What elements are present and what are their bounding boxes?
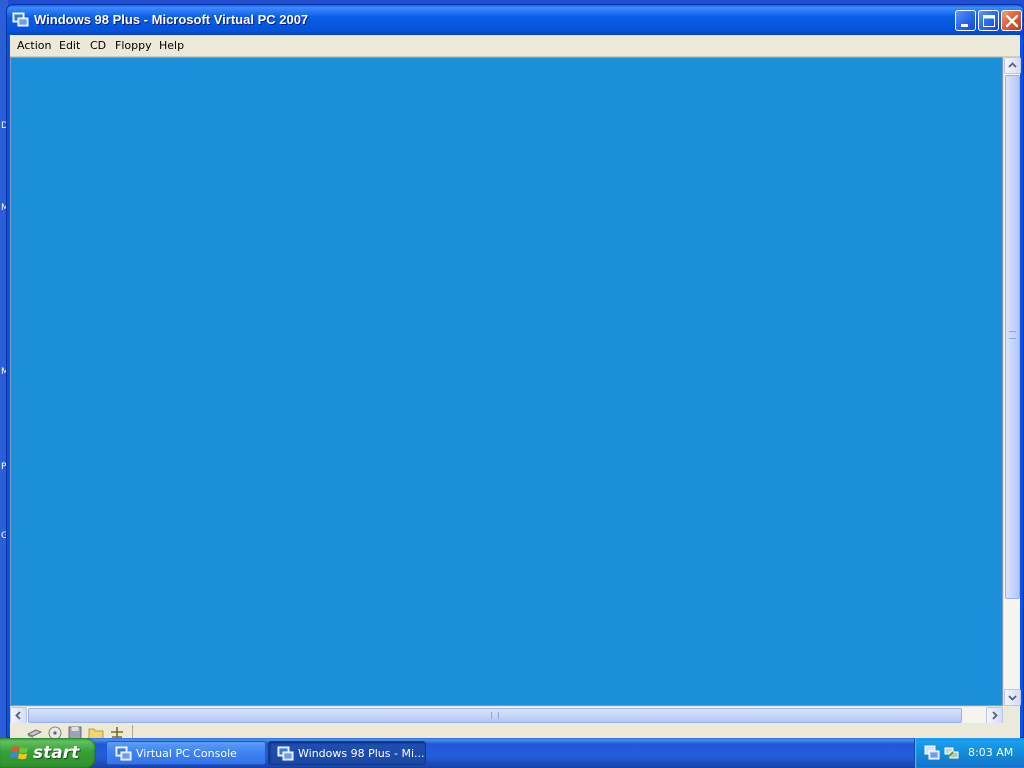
horizontal-scrollbar[interactable]: [10, 706, 1003, 724]
shared-folder-icon[interactable]: [88, 726, 104, 738]
menu-help[interactable]: Help: [159, 39, 184, 52]
network-icon[interactable]: [109, 726, 125, 738]
virtual-pc-icon: [115, 746, 132, 761]
chevron-right-icon: [992, 711, 998, 720]
menu-action[interactable]: Action: [17, 39, 51, 52]
minimize-button[interactable]: [955, 10, 976, 31]
close-button[interactable]: [1001, 10, 1022, 31]
scroll-right-button[interactable]: [986, 707, 1003, 724]
cd-drive-icon[interactable]: [47, 726, 63, 738]
taskbar-button-virtual-pc-console[interactable]: Virtual PC Console: [106, 741, 266, 765]
scroll-grip: [491, 712, 499, 719]
floppy-icon[interactable]: [67, 726, 83, 738]
network-tray-icon[interactable]: [944, 745, 960, 761]
maximize-button[interactable]: [978, 10, 999, 31]
maximize-icon: [983, 15, 995, 27]
chevron-left-icon: [15, 711, 21, 720]
vertical-scroll-thumb[interactable]: [1005, 75, 1020, 599]
menu-floppy[interactable]: Floppy: [115, 39, 152, 52]
taskbar: start Virtual PC Console Windows 98 Plus…: [0, 738, 1024, 768]
horizontal-scroll-thumb[interactable]: [28, 708, 962, 723]
scroll-down-button[interactable]: [1004, 689, 1021, 706]
scrollbar-corner: [1003, 706, 1020, 723]
start-label: start: [33, 743, 80, 763]
system-tray: 8:03 AM: [914, 738, 1024, 768]
virtual-pc-icon: [277, 746, 294, 761]
taskbar-button-label: Windows 98 Plus - Mi...: [298, 747, 425, 760]
virtual-pc-icon: [12, 12, 29, 27]
close-icon: [1005, 14, 1019, 28]
menu-cd[interactable]: CD: [90, 39, 106, 52]
menu-edit[interactable]: Edit: [59, 39, 80, 52]
scroll-up-button[interactable]: [1004, 57, 1021, 74]
taskbar-button-windows-98-plus[interactable]: Windows 98 Plus - Mi...: [268, 741, 426, 765]
scroll-left-button[interactable]: [10, 707, 27, 724]
title-bar[interactable]: Windows 98 Plus - Microsoft Virtual PC 2…: [7, 5, 1023, 35]
scroll-grip: [1009, 331, 1016, 339]
hard-disk-icon[interactable]: [26, 726, 42, 738]
status-bar: [10, 723, 1020, 738]
status-separator: [132, 725, 133, 738]
virtual-machine-screen[interactable]: [10, 57, 1003, 706]
vertical-scrollbar[interactable]: [1003, 57, 1021, 706]
chevron-up-icon: [1008, 62, 1017, 68]
virtual-pc-window: Windows 98 Plus - Microsoft Virtual PC 2…: [6, 4, 1024, 738]
windows-logo-icon: [10, 746, 28, 760]
start-button[interactable]: start: [0, 738, 96, 768]
virtual-pc-tray-icon[interactable]: [924, 745, 940, 761]
minimize-icon: [961, 24, 968, 27]
taskbar-clock[interactable]: 8:03 AM: [968, 746, 1013, 759]
window-title: Windows 98 Plus - Microsoft Virtual PC 2…: [34, 12, 309, 27]
menu-bar: Action Edit CD Floppy Help: [10, 35, 1020, 57]
taskbar-button-label: Virtual PC Console: [136, 747, 237, 760]
chevron-down-icon: [1008, 695, 1017, 701]
